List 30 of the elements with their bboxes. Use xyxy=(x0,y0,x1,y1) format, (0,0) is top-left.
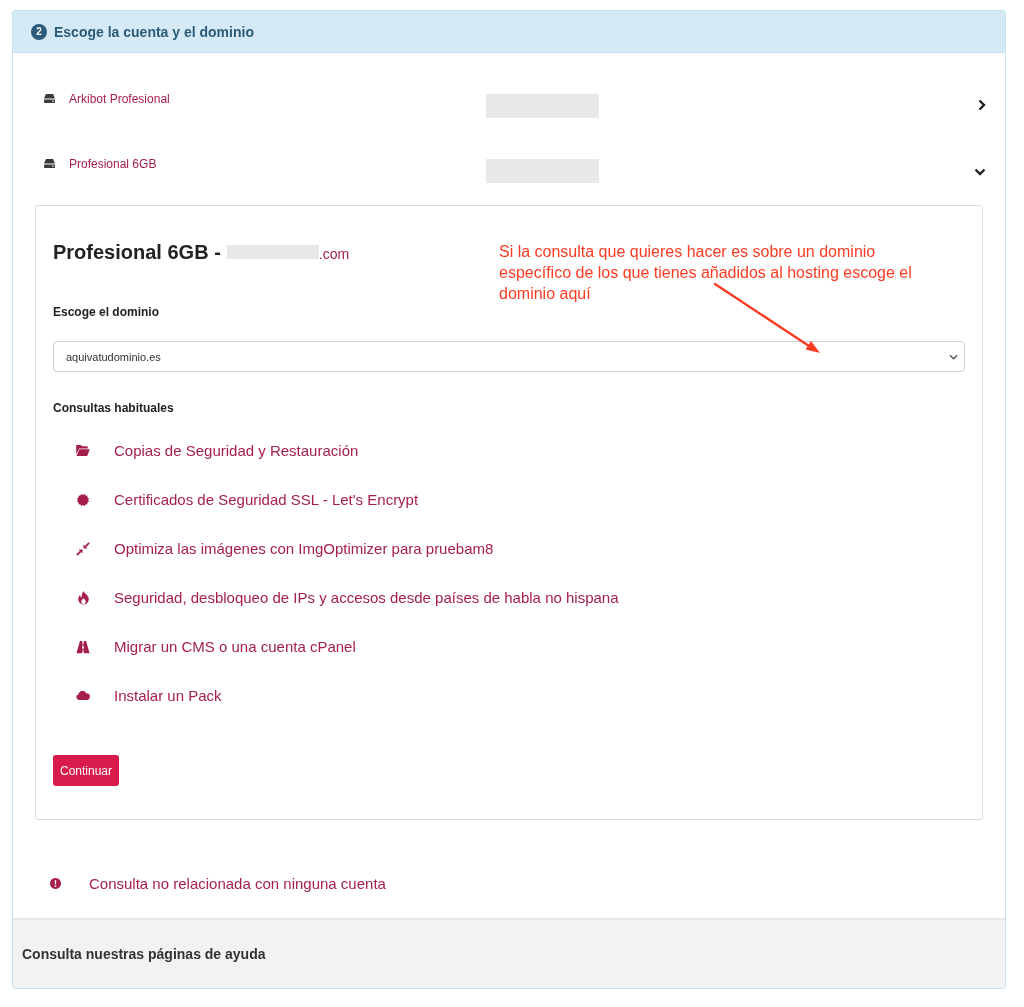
query-link[interactable]: Certificados de Seguridad SSL - Let's Encrypt xyxy=(75,491,419,508)
hard-drive-icon xyxy=(44,94,55,103)
query-link[interactable]: Copias de Seguridad y Restauración xyxy=(75,442,359,459)
step-title: Escoge la cuenta y el dominio xyxy=(54,23,254,40)
domain-suffix: .com xyxy=(318,245,350,262)
starburst-icon xyxy=(76,492,90,507)
chevron-right-icon[interactable] xyxy=(978,99,986,111)
annotation-text: Si la consulta que quieres hacer es sobre un dominio específico de los que tienes añadidos al hosting escoge el dominio aquí xyxy=(499,242,913,304)
diagonal-arrows-icon xyxy=(76,541,90,556)
queries-label: Consultas habituales xyxy=(53,401,174,415)
cloud-icon xyxy=(76,691,90,700)
other-query-link[interactable]: Consulta no relacionada con ninguna cuenta xyxy=(50,875,386,892)
domain-label: Escoge el dominio xyxy=(53,305,160,319)
road-icon xyxy=(76,639,90,654)
continue-button[interactable]: Continuar xyxy=(53,755,120,786)
help-footer[interactable]: Consulta nuestras páginas de ayuda xyxy=(13,918,1005,988)
account-name-link[interactable]: Profesional 6GB xyxy=(69,157,157,171)
chevron-down-icon xyxy=(949,353,958,360)
query-link[interactable]: Migrar un CMS o una cuenta cPanel xyxy=(75,638,356,655)
detail-title: Profesional 6GB - xyxy=(53,240,221,264)
chevron-down-icon[interactable] xyxy=(974,168,986,176)
hard-drive-icon xyxy=(44,159,55,168)
step-number-badge: 2 xyxy=(31,23,47,40)
query-link[interactable]: Seguridad, desbloqueo de IPs y accesos desde países de habla no hispana xyxy=(75,589,619,606)
domain-select[interactable]: aquivatudominio.es xyxy=(53,341,965,372)
flame-icon xyxy=(77,590,89,605)
query-link[interactable]: Optimiza las imágenes con ImgOptimizer para pruebam8 xyxy=(75,540,494,557)
account-name-link[interactable]: Arkibot Profesional xyxy=(69,92,170,106)
query-link[interactable]: Instalar un Pack xyxy=(75,687,222,704)
folder-open-icon xyxy=(76,445,90,456)
